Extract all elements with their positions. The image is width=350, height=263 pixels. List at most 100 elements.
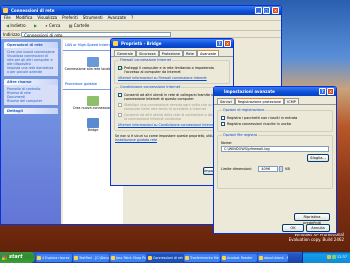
back-arrow-icon: ◀ bbox=[6, 23, 10, 28]
wizard-note: Se non si è sicuri su come impostare que… bbox=[115, 134, 229, 142]
taskbar-item[interactable]: Trasferimento file bbox=[184, 253, 220, 262]
close-button[interactable]: × bbox=[224, 40, 231, 47]
tab-strip: Servizi Registrazione protezione ICMP bbox=[214, 98, 336, 105]
checkbox-label: Registra i pacchetti non riusciti in ent… bbox=[227, 116, 298, 120]
help-button[interactable]: ? bbox=[319, 88, 326, 95]
taskbar-item[interactable]: Jasc Paint Shop Pro bbox=[110, 253, 146, 262]
size-spinner[interactable] bbox=[279, 166, 284, 172]
tray-icon[interactable] bbox=[331, 255, 336, 259]
menu-advanced[interactable]: Avanzate bbox=[108, 15, 126, 20]
bridge-icon bbox=[113, 41, 118, 46]
place-link[interactable]: Risorse del computer bbox=[7, 99, 55, 103]
task-pane: Operazioni di rete Crea una nuova connes… bbox=[1, 39, 61, 224]
ics-dial-checkbox[interactable]: Stabilisci una connessione remota ogni v… bbox=[118, 103, 226, 111]
panel-body: Crea una nuova connessione Visualizza co… bbox=[4, 48, 58, 76]
panel-body: Pannello di controllo Risorse di rete Do… bbox=[4, 85, 58, 105]
properties-titlebar[interactable]: Proprietà - Bridge ? × bbox=[111, 39, 233, 48]
log-dropped-checkbox[interactable]: Registra i pacchetti non riusciti in ent… bbox=[221, 116, 329, 120]
size-limit-value: 4096 bbox=[261, 167, 271, 171]
taskbar-item[interactable]: TextPad - [C:\Docu bbox=[73, 253, 109, 262]
tab-protection[interactable]: Protezione bbox=[158, 50, 184, 56]
tray-icon[interactable] bbox=[326, 255, 331, 259]
item-label: Bridge bbox=[87, 128, 99, 132]
ok-button[interactable]: OK bbox=[282, 224, 304, 232]
menu-help[interactable]: ? bbox=[131, 15, 133, 20]
checkbox-box bbox=[118, 103, 122, 107]
menu-favorites[interactable]: Preferiti bbox=[62, 15, 78, 20]
menu-tools[interactable]: Strumenti bbox=[83, 15, 103, 20]
clock[interactable]: 12:37 bbox=[337, 255, 347, 259]
ics-control-checkbox[interactable]: Consenti ad altri utenti della rete di c… bbox=[118, 113, 226, 121]
firewall-group: Firewall connessione Internet Proteggi i… bbox=[114, 58, 230, 84]
browse-button[interactable]: Sfoglia... bbox=[307, 154, 329, 162]
ics-info-link[interactable]: Ulteriori informazioni su Condivisione c… bbox=[118, 123, 226, 127]
group-label: Opzioni di registrazione bbox=[222, 108, 266, 112]
tab-security[interactable]: Sicurezza bbox=[135, 50, 159, 56]
window-title: Connessioni di rete bbox=[11, 8, 55, 13]
size-limit-label: Limite dimensioni: bbox=[221, 167, 253, 171]
menu-view[interactable]: Visualizza bbox=[37, 15, 57, 20]
size-limit-field[interactable]: 4096 bbox=[258, 166, 279, 172]
maximize-button[interactable]: □ bbox=[263, 7, 270, 14]
checkbox-box bbox=[118, 113, 122, 117]
forward-button[interactable]: ▶ bbox=[32, 23, 39, 29]
panel-title[interactable]: Dettagli bbox=[4, 108, 58, 114]
back-button[interactable]: ◀ Indietro bbox=[4, 23, 28, 29]
menu-edit[interactable]: Modifica bbox=[16, 15, 33, 20]
explorer-titlebar[interactable]: Connessioni di rete _ □ × bbox=[1, 6, 281, 15]
restore-defaults-button[interactable]: Ripristina predefiniti bbox=[294, 213, 330, 225]
panel-details: Dettagli bbox=[4, 108, 58, 114]
address-label: Indirizzo bbox=[3, 32, 20, 37]
start-label: start bbox=[9, 254, 23, 260]
firewall-info-link[interactable]: Ulteriori informazioni su Firewall conne… bbox=[118, 76, 226, 80]
taskbar-item[interactable]: about:blank - Mic bbox=[258, 253, 288, 262]
close-button[interactable]: × bbox=[272, 7, 279, 14]
checkbox-box bbox=[118, 66, 122, 70]
firewall-checkbox[interactable]: Proteggi il computer e la rete limitando… bbox=[118, 66, 226, 74]
tab-general[interactable]: Generale bbox=[114, 50, 136, 56]
log-success-checkbox[interactable]: Registra connessioni riuscite in uscita bbox=[221, 122, 329, 126]
group-label: Opzioni file registro bbox=[222, 133, 259, 137]
windows-flag-icon bbox=[2, 255, 7, 260]
checkbox-box bbox=[221, 116, 225, 120]
minimize-button[interactable]: _ bbox=[255, 7, 262, 14]
tab-network[interactable]: Rete bbox=[183, 50, 197, 56]
folders-button[interactable]: ▤ Cartelle bbox=[67, 23, 92, 29]
advanced-titlebar[interactable]: Impostazioni avanzate ? × bbox=[214, 87, 336, 96]
checkbox-box bbox=[221, 122, 225, 126]
log-path-value: C:\WINDOWS\pfirewall.log bbox=[224, 147, 270, 151]
ics-allow-checkbox[interactable]: Consenti ad altri utenti in rete di coll… bbox=[118, 93, 226, 101]
search-button[interactable]: ⌕ Cerca bbox=[43, 23, 62, 29]
search-icon: ⌕ bbox=[45, 23, 48, 28]
task-link[interactable]: Imposta una rete domestica o per piccole… bbox=[7, 66, 55, 74]
back-label: Indietro bbox=[10, 23, 26, 28]
task-link[interactable]: Visualizza connessioni di rete per gli a… bbox=[7, 54, 55, 66]
tab-security-logging[interactable]: Registrazione protezione bbox=[234, 98, 285, 104]
folders-label: Cartelle bbox=[73, 23, 90, 28]
log-path-field[interactable]: C:\WINDOWS\pfirewall.log bbox=[221, 146, 329, 152]
taskbar-item[interactable]: Connessioni di rete bbox=[147, 253, 183, 262]
watermark-line: Evaluation copy. Build 2462 bbox=[288, 237, 344, 242]
folders-icon: ▤ bbox=[68, 23, 73, 28]
size-limit-row: Limite dimensioni: 4096 KB bbox=[221, 166, 329, 172]
checkbox-label: Proteggi il computer e la rete limitando… bbox=[124, 66, 214, 74]
tab-strip: Generale Sicurezza Protezione Rete Avanzate bbox=[111, 50, 233, 57]
size-unit: KB bbox=[285, 167, 290, 171]
cancel-button[interactable]: Annulla bbox=[306, 224, 330, 232]
address-field[interactable]: Connessioni di rete bbox=[21, 32, 172, 38]
group-label: Firewall connessione Internet bbox=[119, 58, 173, 62]
checkbox-label: Stabilisci una connessione remota ogni v… bbox=[124, 103, 213, 111]
menu-file[interactable]: File bbox=[4, 15, 11, 20]
tab-icmp[interactable]: ICMP bbox=[284, 98, 299, 104]
network-wizard-link[interactable]: Installazione guidata rete bbox=[115, 138, 157, 142]
taskbar-item[interactable]: Acrobat Reader bbox=[221, 253, 257, 262]
tab-services[interactable]: Servizi bbox=[217, 98, 235, 104]
tab-advanced[interactable]: Avanzate bbox=[197, 50, 220, 56]
taskbar-item[interactable]: 4 Esplora risorse bbox=[36, 253, 72, 262]
close-button[interactable]: × bbox=[327, 88, 334, 95]
log-file-group: Opzioni file registro Nome: C:\WINDOWS\p… bbox=[217, 133, 333, 189]
checkbox-label: Consenti ad altri utenti della rete di c… bbox=[124, 113, 226, 121]
address-value: Connessioni di rete bbox=[24, 33, 63, 38]
start-button[interactable]: start bbox=[0, 252, 35, 263]
help-button[interactable]: ? bbox=[216, 40, 223, 47]
